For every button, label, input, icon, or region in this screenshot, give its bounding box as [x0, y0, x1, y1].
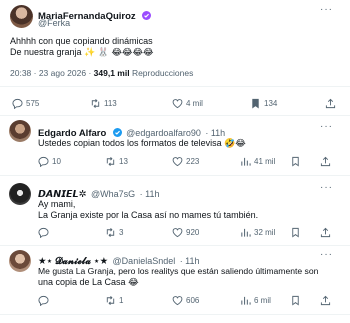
retweet-icon: [106, 295, 115, 305]
retweet-button[interactable]: 1: [105, 295, 123, 306]
retweet-count: 13: [119, 156, 128, 166]
more-options-icon[interactable]: ···: [320, 249, 333, 260]
reply-icon: [38, 295, 49, 306]
bookmark-button[interactable]: [290, 295, 301, 306]
bookmark-button[interactable]: [290, 227, 301, 238]
tweet-timestamp[interactable]: 20:38 · 23 ago 2026 ·: [10, 68, 94, 78]
more-options-icon[interactable]: ···: [320, 182, 333, 193]
views-chart-icon: [241, 228, 251, 237]
reply-icon: [38, 227, 49, 238]
reply-avatar[interactable]: [9, 250, 31, 272]
retweet-count: 3: [119, 227, 124, 237]
like-button[interactable]: 920: [172, 227, 199, 238]
verified-badge-icon: [112, 128, 122, 137]
like-button[interactable]: 4 mil: [172, 98, 203, 109]
tweet-meta: 20:38 · 23 ago 2026 · 349,1 mil Reproduc…: [10, 68, 193, 78]
reply-count: 575: [26, 98, 40, 108]
heart-icon: [172, 227, 183, 237]
tweet-text-line-2: De nuestra granja ✨ 🐰 😂😂😂😂: [10, 47, 154, 57]
reply-icon: [38, 156, 49, 167]
like-button[interactable]: 606: [172, 295, 199, 306]
bookmark-icon: [292, 295, 299, 306]
share-icon: [320, 227, 331, 237]
bookmark-icon: [292, 227, 299, 238]
reply-text: Ustedes copian todos los formatos de tel…: [38, 138, 246, 148]
bookmark-icon: [292, 156, 299, 167]
reply-avatar[interactable]: [9, 120, 31, 142]
reply-actions: 1 606 6 mil: [0, 294, 350, 306]
retweet-button[interactable]: 13: [105, 156, 128, 167]
heart-icon: [172, 295, 183, 305]
like-count: 920: [186, 227, 200, 237]
bookmark-button[interactable]: [290, 156, 301, 167]
author-avatar[interactable]: [10, 5, 33, 28]
bookmark-count: 134: [264, 98, 278, 108]
share-button[interactable]: [320, 295, 331, 306]
reply-button[interactable]: [38, 227, 49, 238]
reply-time[interactable]: · 11h: [140, 189, 160, 199]
divider: [0, 245, 350, 246]
reply-count: 10: [52, 156, 61, 166]
reply-button[interactable]: [38, 295, 49, 306]
views-button[interactable]: 32 mil: [240, 227, 275, 238]
views-chart-icon: [241, 296, 251, 305]
views-count: 41 mil: [254, 156, 276, 166]
heart-icon: [172, 156, 183, 166]
divider: [0, 86, 350, 87]
tweet-views-label: Reproducciones: [129, 68, 194, 78]
reply-icon: [12, 98, 23, 109]
share-icon: [320, 295, 331, 305]
views-button[interactable]: 6 mil: [240, 295, 271, 306]
share-icon: [320, 156, 331, 166]
tweet-actions: 575 113 4 mil 134: [0, 97, 350, 109]
reply-button[interactable]: 575: [12, 98, 39, 109]
retweet-icon: [91, 98, 100, 108]
retweet-button[interactable]: 113: [90, 98, 117, 109]
retweet-icon: [106, 227, 115, 237]
heart-icon: [172, 98, 183, 108]
reply-handle[interactable]: @Wha7sG: [91, 189, 135, 199]
reply-actions: 3 920 32 mil: [0, 226, 350, 238]
more-options-icon[interactable]: ···: [320, 4, 333, 15]
author-handle[interactable]: @Ferka: [38, 18, 70, 28]
tweet-views-count: 349,1 mil: [93, 68, 130, 78]
views-count: 6 mil: [254, 295, 271, 305]
reply-avatar[interactable]: [9, 183, 31, 205]
share-button[interactable]: [320, 156, 331, 167]
share-icon: [325, 98, 336, 108]
retweet-icon: [106, 156, 115, 166]
reply-button[interactable]: 10: [38, 156, 61, 167]
views-button[interactable]: 41 mil: [240, 156, 275, 167]
verified-badge-icon: [142, 11, 152, 20]
share-button[interactable]: [325, 98, 336, 109]
divider: [0, 115, 350, 116]
reply-text-line-2: La Granja existe por la Casa así no mame…: [38, 210, 259, 220]
like-count: 606: [186, 295, 200, 305]
divider: [0, 314, 350, 315]
views-count: 32 mil: [254, 227, 276, 237]
like-count: 4 mil: [186, 98, 203, 108]
reply-actions: 10 13 223 41 mil: [0, 155, 350, 167]
bookmark-button[interactable]: 134: [250, 98, 277, 109]
retweet-button[interactable]: 3: [105, 227, 123, 238]
bookmark-icon: [252, 98, 259, 109]
retweet-count: 1: [119, 295, 124, 305]
views-chart-icon: [241, 157, 251, 166]
reply-text-line-2: una copia de La Casa 😂: [38, 277, 139, 287]
like-count: 223: [186, 156, 200, 166]
retweet-count: 113: [104, 98, 117, 108]
share-button[interactable]: [320, 227, 331, 238]
more-options-icon[interactable]: ···: [320, 121, 333, 132]
divider: [0, 175, 350, 176]
like-button[interactable]: 223: [172, 156, 199, 167]
